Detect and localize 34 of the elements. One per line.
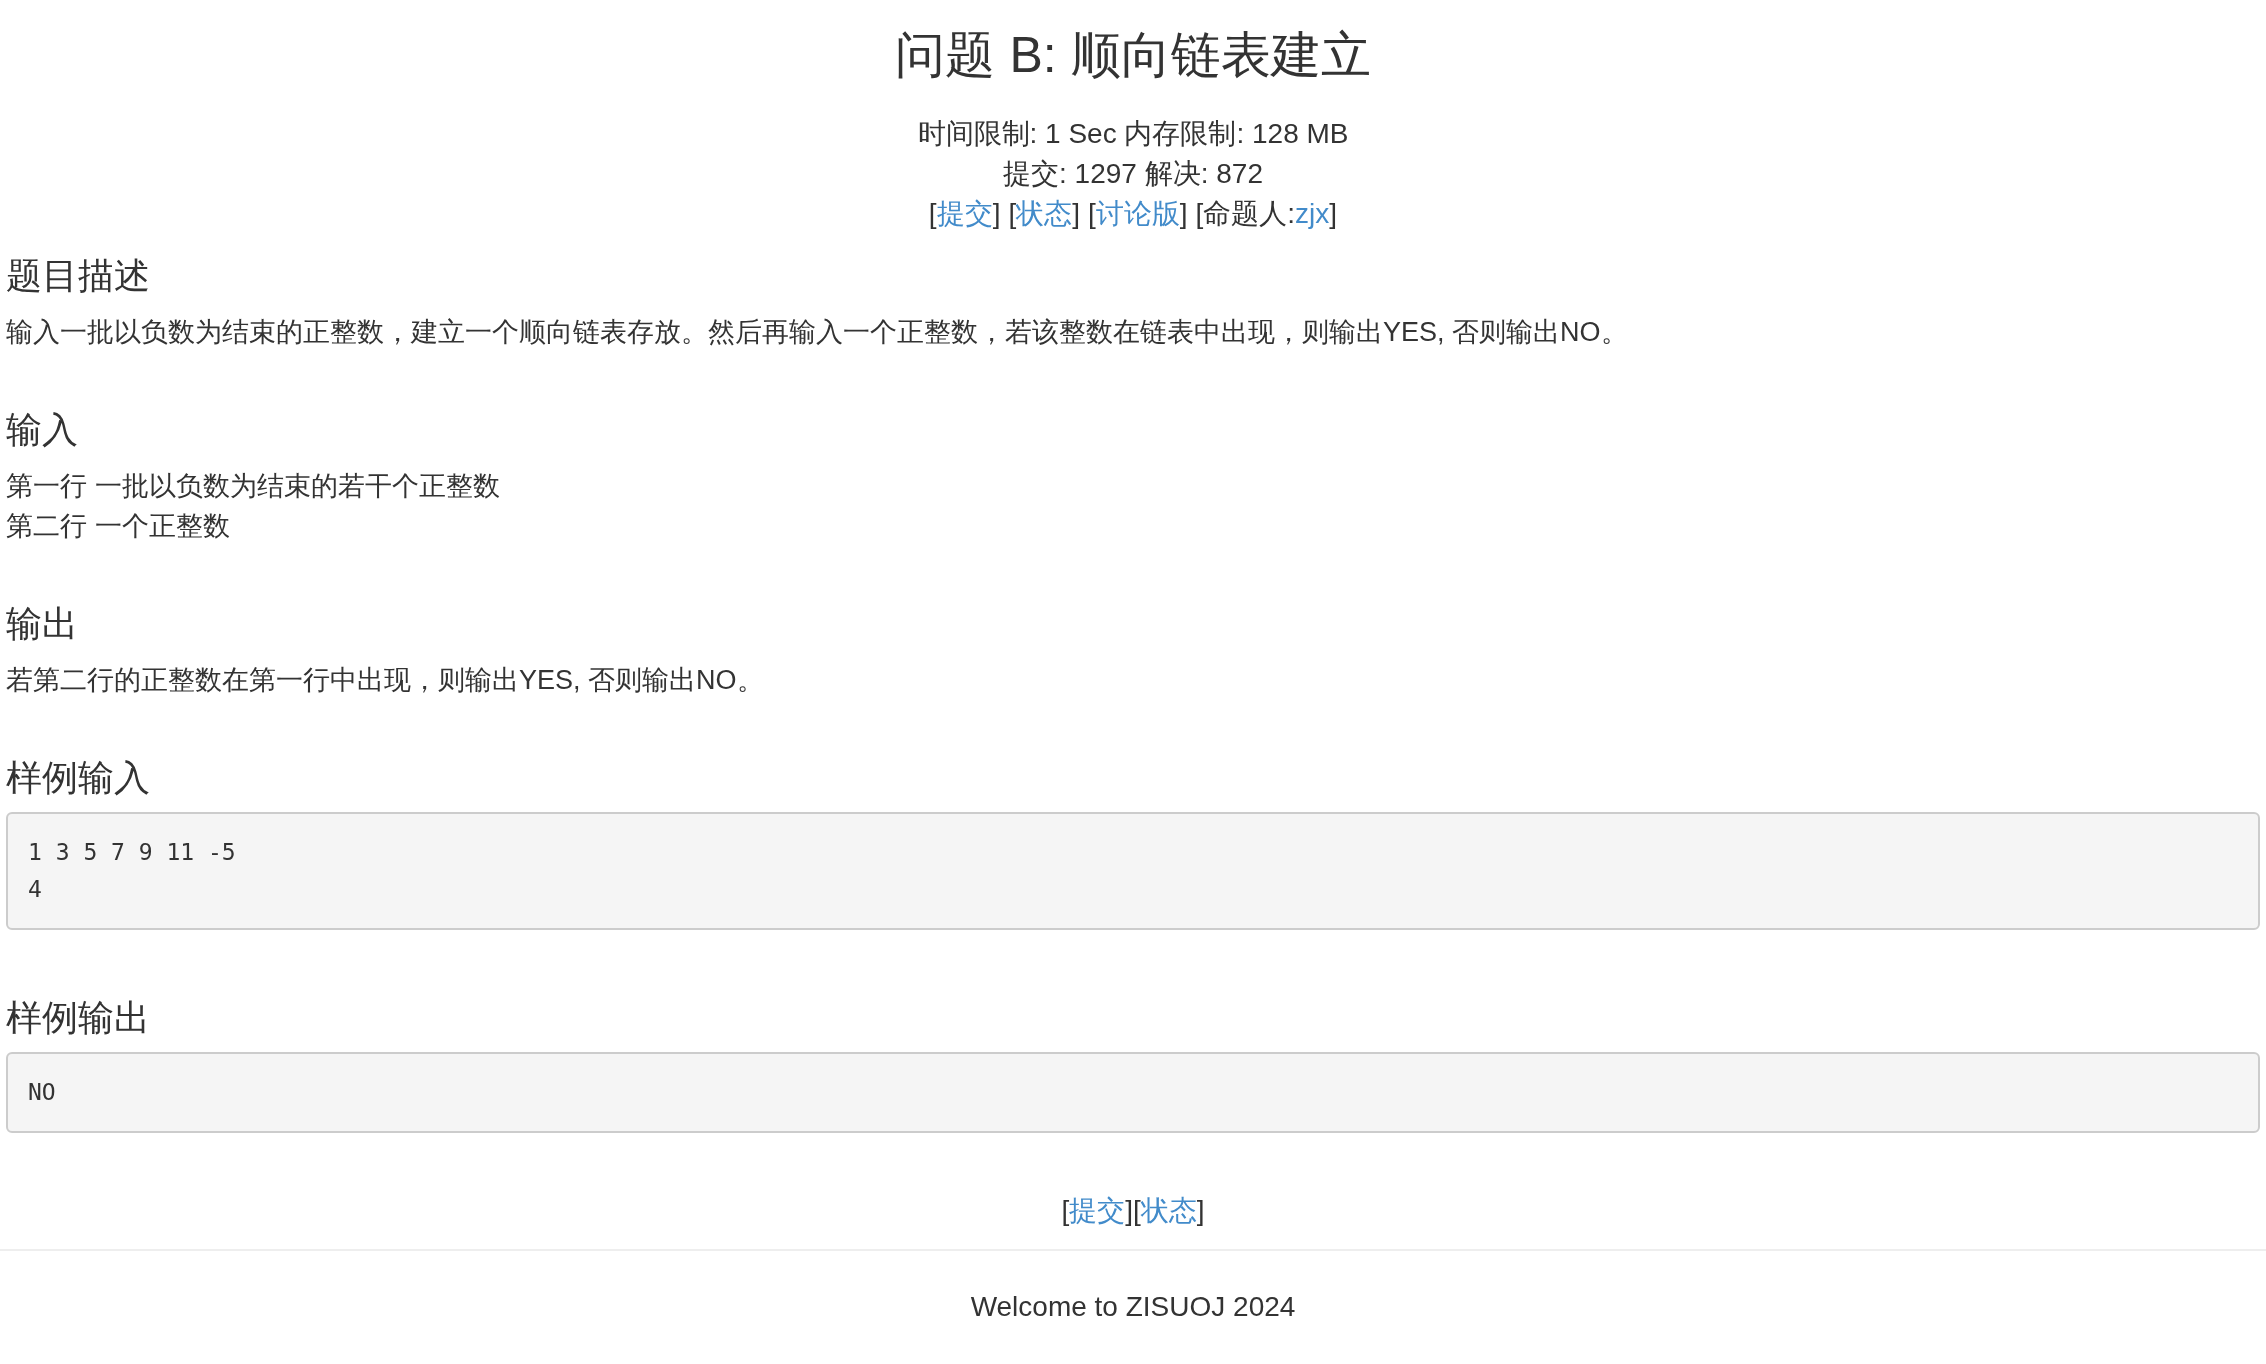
problem-link[interactable]: zjx	[1295, 194, 1330, 234]
section-heading: 输入	[6, 408, 78, 452]
problem-link[interactable]: 讨论版	[1095, 194, 1180, 234]
section-heading: 题目描述	[6, 254, 150, 298]
bracket-text: ]	[1125, 1194, 1133, 1228]
problem-meta-text: 时间限制: 1 Sec 内存限制: 128 MB	[917, 117, 1349, 151]
bracket-text: [	[1088, 197, 1096, 231]
footer-text: Welcome to ZISUOJ 2024	[970, 1291, 1296, 1323]
section-heading: 样例输出	[6, 996, 150, 1040]
section-text: 输入一批以负数为结束的正整数，建立一个顺向链表存放。然后再输入一个正整数，若该整数在链表中出现，则输出YES, 否则输出NO。	[6, 316, 1628, 349]
section-text: 若第二行的正整数在第一行中出现，则输出YES, 否则输出NO。	[6, 664, 764, 697]
bracket-text: [命题人:	[1195, 197, 1296, 231]
bracket-text: ]	[992, 197, 1001, 231]
bracket-text: ]	[1196, 1194, 1205, 1228]
bracket-text: ]	[1329, 197, 1338, 231]
bracket-text: [	[1133, 1194, 1141, 1228]
code-line: 1 3 5 7 9 11 -5	[28, 838, 236, 867]
section-text: 第一行 一批以负数为结束的若干个正整数	[6, 470, 500, 503]
problem-link[interactable]: 状态	[1140, 1191, 1197, 1231]
section-heading: 输出	[6, 602, 78, 646]
bracket-text: [	[1008, 197, 1017, 231]
section-text: 第二行 一个正整数	[6, 510, 230, 543]
code-line: 4	[28, 875, 42, 904]
bracket-text: [	[1061, 1194, 1070, 1228]
code-line: NO	[28, 1078, 56, 1107]
bracket-text: [	[928, 197, 937, 231]
problem-link[interactable]: 提交	[1069, 1191, 1126, 1231]
bracket-text: ]	[1072, 197, 1080, 231]
problem-link[interactable]: 状态	[1016, 194, 1073, 234]
problem-meta-text: 提交: 1297 解决: 872	[1003, 157, 1263, 191]
bracket-text: ]	[1179, 197, 1188, 231]
section-heading: 样例输入	[6, 756, 150, 800]
problem-title: 问题 B: 顺向链表建立	[895, 26, 1371, 85]
problem-link[interactable]: 提交	[936, 194, 993, 234]
